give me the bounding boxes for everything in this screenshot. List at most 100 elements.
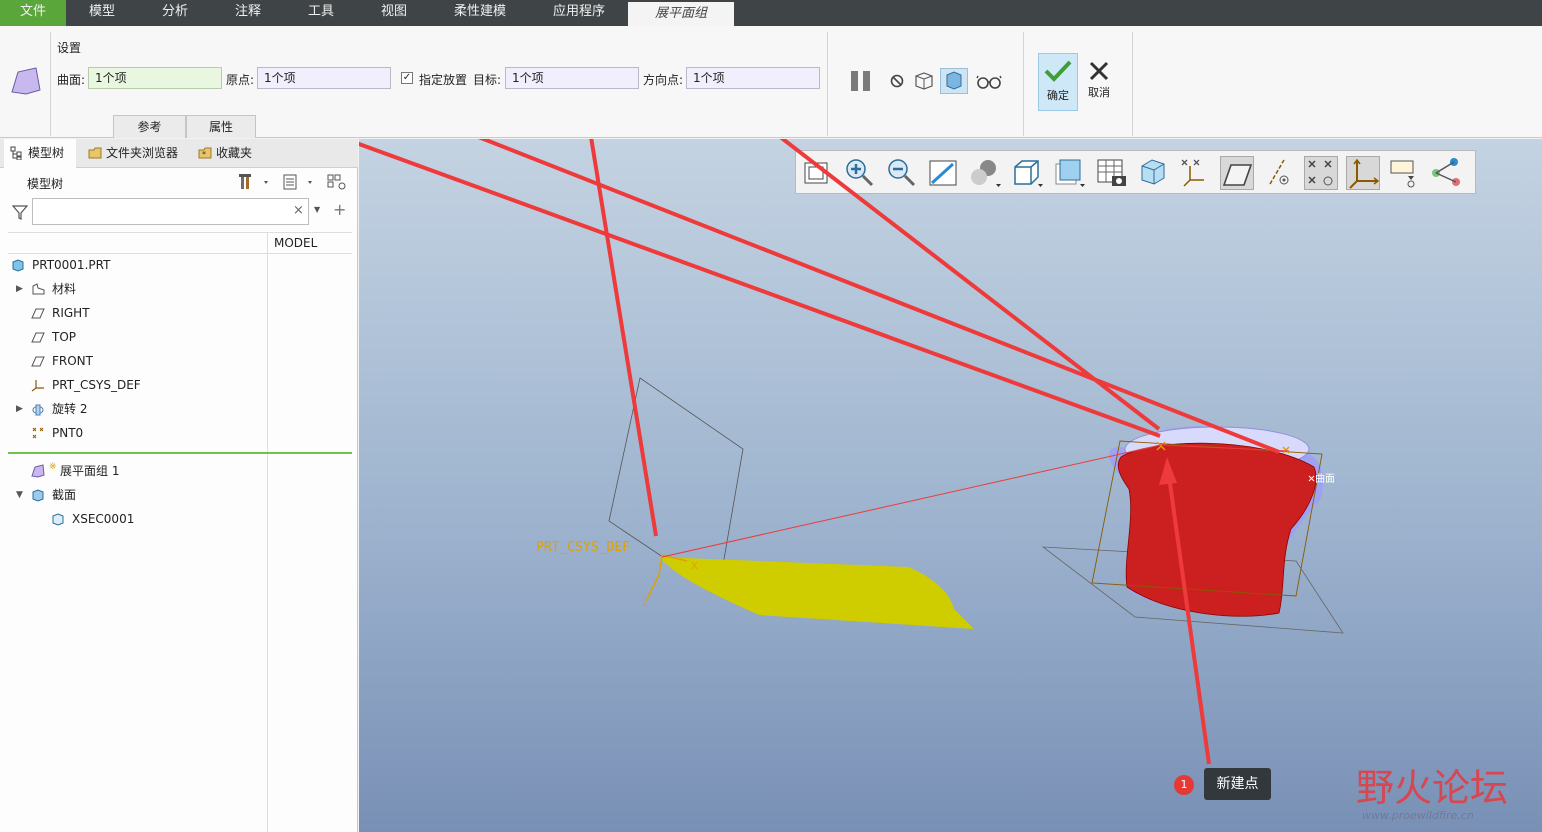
target-label: 目标: [473,73,502,87]
placement-checkbox[interactable]: ✓ [401,72,413,84]
tree-item-top[interactable]: TOP [0,326,267,348]
filter-icon[interactable] [11,203,29,221]
tree-item-xsec[interactable]: XSEC0001 [0,508,267,530]
menu-tab-tools[interactable]: 工具 [284,0,358,26]
reference-line [661,443,1166,558]
tree-item-flatten-quilt[interactable]: ※ 展平面组 1 [0,460,267,482]
menu-tab-view[interactable]: 视图 [358,0,430,26]
surface-collector[interactable]: 1个项 [88,67,222,89]
arrow-to-surface-collector [359,141,1161,438]
tree-item-front[interactable]: FRONT [0,350,267,372]
graphics-area[interactable]: PRT_CSYS_DEF X Z 曲面 1 新建点 野火论坛 www.proew… [359,139,1542,832]
ok-button-label: 确定 [1047,89,1069,102]
collapse-arrow-icon[interactable]: ▼ [16,484,23,506]
tree-item-label: PNT0 [52,426,84,440]
tree-filter-settings-icon[interactable] [326,172,350,192]
close-icon [1089,61,1109,81]
glasses-icon[interactable] [975,72,1003,90]
surface-tag: 曲面 [1315,473,1335,485]
model-tree-icon [10,146,22,160]
tree-item-revolve[interactable]: ▶ 旋转 2 [0,398,267,420]
tree-item-sections[interactable]: ▼ 截面 [0,484,267,506]
menu-tab-model[interactable]: 模型 [66,0,138,26]
tree-item-csys[interactable]: PRT_CSYS_DEF [0,374,267,396]
tree-item-label: 展平面组 1 [60,464,120,478]
navigator-panel: 模型树 文件夹浏览器 * 收藏夹 模型树 × ▼ + MODEL PRT0001… [0,139,358,832]
model-tree-header: 模型树 [27,177,64,191]
new-point-callout: 新建点 [1204,768,1271,800]
tab-favorites[interactable]: * 收藏夹 [192,139,264,168]
tab-properties[interactable]: 属性 [186,115,256,138]
menu-tab-flexible-modeling[interactable]: 柔性建模 [430,0,530,26]
menu-tab-applications[interactable]: 应用程序 [530,0,628,26]
flatten-quilt-icon [31,464,45,478]
tab-references[interactable]: 参考 [113,115,186,138]
origin-label: 原点: [226,73,255,87]
menu-bar: 文件 模型 分析 注释 工具 视图 柔性建模 应用程序 展平面组 [0,0,1542,26]
tree-item-material[interactable]: ▶ 材料 [0,278,267,300]
watermark-logo: 野火论坛 www.proewildfire.cn [1356,766,1508,822]
tab-model-tree-label: 模型树 [28,146,65,160]
flatten-quilt-icon [11,67,41,95]
checkmark-icon [1044,60,1072,82]
ribbon-separator [827,32,828,136]
flattened-surface[interactable] [659,557,974,629]
header-divider [8,232,352,233]
tree-search-input[interactable] [32,198,309,225]
arrow-to-origin-collector [478,139,1280,454]
menu-tab-annotate[interactable]: 注释 [212,0,284,26]
solid-red-surface[interactable] [1117,442,1317,617]
svg-text:*: * [202,150,206,159]
insert-here-indicator[interactable] [8,452,352,454]
tab-model-tree[interactable]: 模型树 [4,139,76,168]
favorites-folder-icon: * [198,147,212,159]
tree-item-label: TOP [52,330,77,344]
ribbon-separator [1023,32,1024,136]
tree-item-part[interactable]: PRT0001.PRT [0,254,267,276]
verify-preview-icon[interactable] [940,68,968,94]
section-icon [32,489,44,502]
datum-plane-icon [31,356,45,367]
column-divider [267,232,268,832]
no-preview-icon[interactable] [888,72,906,90]
datum-plane-icon [31,332,45,343]
arrowheads [1159,457,1177,485]
tab-folder-browser[interactable]: 文件夹浏览器 [82,139,186,168]
tree-item-label: PRT_CSYS_DEF [52,378,141,392]
tree-item-label: 材料 [52,282,77,296]
tree-item-right[interactable]: RIGHT [0,302,267,324]
tree-item-label: FRONT [52,354,93,368]
arrow-to-direction-collector [779,139,1161,431]
watermark-url: www.proewildfire.cn [1362,809,1474,822]
model-geometry: PRT_CSYS_DEF X Z 曲面 [359,139,1344,765]
add-filter-icon[interactable]: + [333,200,346,219]
target-collector[interactable]: 1个项 [505,67,639,89]
part-icon [12,259,24,272]
settings-tools-icon[interactable] [238,172,274,192]
menu-tab-analysis[interactable]: 分析 [138,0,212,26]
cancel-button[interactable]: 取消 [1080,53,1118,111]
tree-item-point[interactable]: PNT0 [0,422,267,444]
tree-item-label: RIGHT [52,306,90,320]
folder-icon [88,147,102,159]
menu-tab-file[interactable]: 文件 [0,0,66,26]
column-header-model: MODEL [274,236,318,250]
clear-search-icon[interactable]: × [293,203,304,218]
csys-axis-x-label: X [691,561,698,572]
revolve-icon [32,404,44,416]
expand-arrow-icon[interactable]: ▶ [16,278,23,300]
origin-collector[interactable]: 1个项 [257,67,391,89]
search-dropdown-icon[interactable]: ▼ [314,205,320,214]
direction-collector[interactable]: 1个项 [686,67,820,89]
tree-item-label: XSEC0001 [72,512,135,526]
direction-label: 方向点: [643,73,684,87]
expand-arrow-icon[interactable]: ▶ [16,398,23,420]
tree-item-label: 旋转 2 [52,402,88,416]
separate-preview-icon[interactable] [913,70,935,92]
pause-icon[interactable] [848,68,876,94]
show-menu-icon[interactable] [282,172,318,192]
flatten-quilt-dashboard: 设置 曲面: 1个项 原点: 1个项 ✓ 指定放置 目标: 1个项 方向点: 1… [0,26,1542,138]
ok-button[interactable]: 确定 [1038,53,1078,111]
ribbon-separator [50,32,51,136]
menu-tab-flatten-quilt[interactable]: 展平面组 [628,0,734,26]
